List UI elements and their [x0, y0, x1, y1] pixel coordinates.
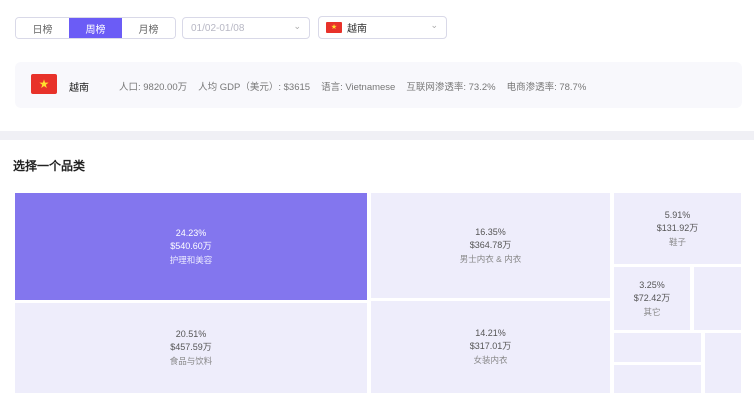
tile-percent: 20.51% [175, 329, 207, 339]
tab-daily[interactable]: 日榜 [16, 18, 69, 38]
period-tabs: 日榜 周榜 月榜 [15, 17, 176, 39]
tile-percent: 5.91% [664, 209, 691, 220]
category-tile-beauty[interactable]: 24.23% $540.60万 护理和美容 [15, 193, 367, 300]
tile-amount: $72.42万 [633, 292, 671, 303]
tile-amount: $457.59万 [170, 342, 212, 352]
tile-amount: $317.01万 [469, 341, 512, 351]
tab-weekly[interactable]: 周榜 [69, 18, 122, 38]
vietnam-flag-icon: ★ [326, 22, 342, 33]
population-stat: 人口: 9820.00万 [119, 82, 188, 93]
category-tile-small[interactable] [694, 267, 741, 330]
tile-percent: 14.21% [475, 328, 506, 338]
country-info-card: ★ 越南 人口: 9820.00万 人均 GDP（美元）: $3615 语言: … [15, 62, 742, 108]
vietnam-flag-icon: ★ [31, 74, 57, 94]
category-tile-mens-underwear[interactable]: 16.35% $364.78万 男士内衣 & 内衣 [371, 193, 610, 298]
chevron-down-icon: ⌄ [430, 20, 438, 30]
tile-category: 女装内衣 [473, 355, 508, 365]
ecommerce-penetration-stat: 电商渗透率: 78.7% [506, 82, 587, 93]
internet-penetration-stat: 互联网渗透率: 73.2% [406, 82, 496, 93]
date-range-value: 01/02-01/08 [191, 22, 245, 34]
section-title: 选择一个品类 [13, 159, 86, 173]
category-tile-small[interactable] [614, 365, 701, 393]
tile-category: 其它 [643, 306, 661, 317]
category-tile-food[interactable]: 20.51% $457.59万 食品与饮料 [15, 303, 367, 393]
category-tile-womens-underwear[interactable]: 14.21% $317.01万 女装内衣 [371, 301, 610, 393]
country-select-value: 越南 [347, 24, 367, 35]
language-stat: 语言: Vietnamese [321, 82, 396, 93]
period-segmented-control: 日榜 周榜 月榜 [15, 17, 176, 39]
gdp-stat: 人均 GDP（美元）: $3615 [198, 82, 311, 93]
date-range-picker[interactable]: 01/02-01/08 ⌄ [182, 17, 310, 39]
tile-amount: $364.78万 [469, 239, 512, 250]
country-stats: 人口: 9820.00万 人均 GDP（美元）: $3615 语言: Vietn… [119, 79, 586, 93]
section-divider [0, 131, 754, 140]
country-select[interactable]: ★ 越南 ⌄ [318, 16, 447, 39]
tile-amount: $540.60万 [170, 240, 212, 251]
tile-percent: 24.23% [175, 227, 207, 238]
category-tile-small[interactable] [614, 333, 701, 362]
tile-category: 男士内衣 & 内衣 [459, 253, 522, 264]
tab-monthly[interactable]: 月榜 [122, 18, 175, 38]
country-name: 越南 [69, 83, 89, 94]
tile-category: 护理和美容 [169, 254, 213, 265]
category-tile-shoes[interactable]: 5.91% $131.92万 鞋子 [614, 193, 741, 264]
tile-percent: 3.25% [639, 279, 665, 290]
tile-percent: 16.35% [475, 226, 506, 237]
tile-category: 食品与饮料 [169, 356, 213, 366]
category-tile-small[interactable] [705, 333, 741, 393]
category-tile-other[interactable]: 3.25% $72.42万 其它 [614, 267, 690, 330]
tile-amount: $131.92万 [656, 222, 699, 233]
tile-category: 鞋子 [668, 236, 686, 247]
chevron-down-icon: ⌄ [293, 21, 301, 31]
